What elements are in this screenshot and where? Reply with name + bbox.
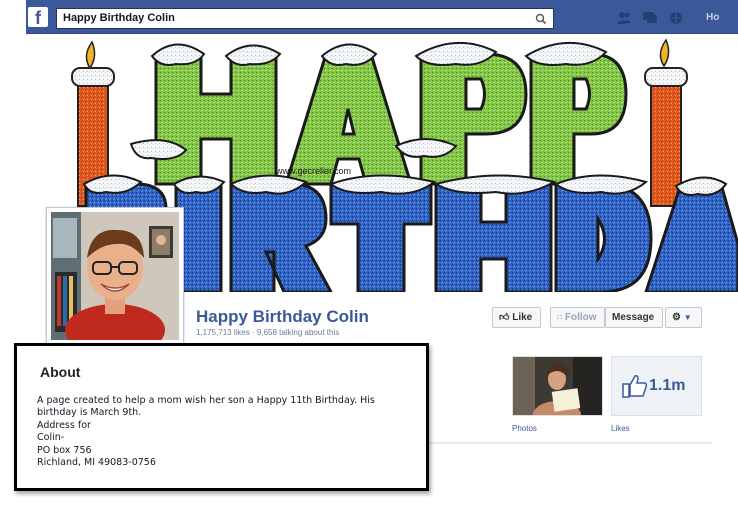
about-line: Richland, MI 49083-0756: [37, 457, 156, 469]
about-line: Address for: [37, 419, 91, 431]
profile-picture[interactable]: [46, 207, 184, 345]
settings-dropdown-button[interactable]: ⚙ ▼: [665, 307, 702, 328]
facebook-logo-icon[interactable]: f: [28, 7, 48, 27]
about-line: birthday is March 9th.: [37, 407, 142, 419]
friend-requests-icon[interactable]: [616, 11, 632, 25]
tab-likes[interactable]: Likes: [611, 424, 630, 433]
messages-icon[interactable]: [642, 11, 658, 25]
tab-likes-box[interactable]: 1.1m: [611, 356, 702, 416]
message-button[interactable]: Message: [605, 307, 663, 328]
about-line: A page created to help a mom wish her so…: [37, 395, 375, 406]
facebook-page: f Happy Birthday Colin Ho www.gecrelier.…: [0, 0, 738, 505]
like-button[interactable]: 👍︎ Like: [492, 307, 541, 328]
notifications-icon[interactable]: [668, 11, 684, 25]
photos-thumbnail-image: [513, 357, 602, 415]
thumbs-up-icon: [622, 375, 648, 398]
about-title: About: [40, 364, 81, 380]
about-panel: About A page created to help a mom wish …: [14, 343, 429, 491]
gear-icon: ⚙: [672, 312, 681, 323]
cover-watermark: www.gecrelier.com: [275, 166, 351, 176]
tab-photos[interactable]: Photos: [512, 424, 537, 433]
page-title[interactable]: Happy Birthday Colin: [196, 307, 369, 327]
rss-icon: ∷: [557, 313, 563, 322]
page-stats: 1,175,713 likes · 9,658 talking about th…: [196, 328, 340, 337]
about-description: A page created to help a mom wish her so…: [37, 395, 417, 469]
follow-button-label: Follow: [564, 312, 597, 323]
home-link[interactable]: Ho: [706, 12, 719, 23]
tab-photos-thumbnail[interactable]: [512, 356, 603, 416]
message-button-label: Message: [612, 312, 655, 323]
search-icon[interactable]: [534, 12, 548, 26]
about-line: Colin-: [37, 432, 65, 444]
likes-count: 1.1m: [649, 377, 686, 394]
chevron-down-icon: ▼: [683, 313, 692, 322]
like-button-label: Like: [512, 312, 533, 323]
search-input[interactable]: Happy Birthday Colin: [56, 8, 554, 29]
profile-photo-image: [51, 212, 179, 340]
search-input-value: Happy Birthday Colin: [63, 12, 175, 24]
follow-button[interactable]: ∷ Follow: [550, 307, 605, 328]
about-line: PO box 756: [37, 444, 92, 456]
thumbs-up-icon: 👍︎: [499, 312, 510, 323]
top-navigation-bar: f Happy Birthday Colin Ho: [26, 0, 738, 34]
